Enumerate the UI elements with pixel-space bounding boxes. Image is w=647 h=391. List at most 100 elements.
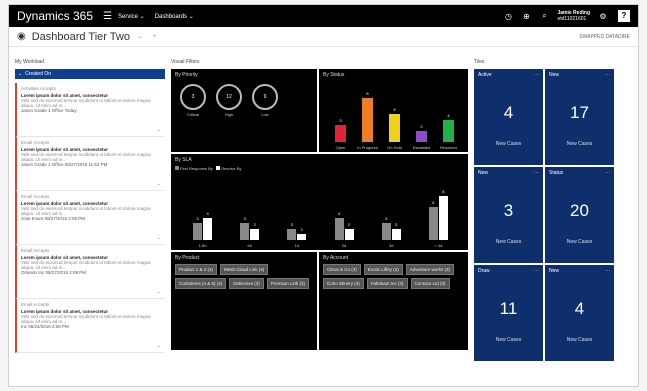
count-tile[interactable]: ⋯ Active 4 New Cases bbox=[474, 69, 543, 165]
add-icon[interactable]: ⊕ bbox=[521, 12, 531, 21]
priority-donut: 3 bbox=[180, 84, 206, 110]
sla-bar-first-response[interactable]: 3 bbox=[381, 216, 391, 240]
filter-tag[interactable]: Premium Link (3) bbox=[266, 278, 310, 289]
status-bar[interactable]: 4 bbox=[443, 113, 454, 142]
sla-bars: 343221423268 bbox=[179, 176, 462, 240]
by-account-chart[interactable]: By Account Citrus & Co (4) Exotic Liffey … bbox=[319, 252, 468, 350]
sla-bar-resolve[interactable]: 4 bbox=[203, 211, 213, 240]
status-bar-value: 4 bbox=[447, 112, 450, 118]
help-button[interactable]: ? bbox=[618, 10, 630, 22]
sla-bar-first-response[interactable]: 4 bbox=[334, 211, 344, 240]
tile-menu-icon[interactable]: ⋯ bbox=[534, 170, 539, 176]
tile-menu-icon[interactable]: ⋯ bbox=[534, 268, 539, 274]
sla-bar-first-response[interactable]: 6 bbox=[428, 200, 438, 240]
workload-cards: Activities Accepts Lorem ipsum dolor sit … bbox=[15, 83, 165, 353]
workload-card[interactable]: Email Accepts Lorem ipsum dolor sit amet,… bbox=[15, 137, 165, 191]
filter-label[interactable]: SWAPPED DATADIRE bbox=[579, 34, 630, 40]
chevron-down-icon[interactable]: ⌄ bbox=[157, 289, 161, 295]
count-tile[interactable]: ⋯ New 3 New Cases bbox=[474, 167, 543, 263]
sla-bar-group: 42 bbox=[334, 211, 354, 240]
filter-tag[interactable]: Mesh Cloud Link (4) bbox=[220, 264, 269, 275]
chevron-down-icon[interactable]: ⌄ bbox=[157, 235, 161, 241]
status-bar[interactable]: 2 bbox=[416, 124, 427, 142]
filter-tag[interactable]: Containers (4 & 5) (4) bbox=[175, 278, 227, 289]
clock-icon[interactable]: ◷ bbox=[503, 12, 513, 21]
menu-icon[interactable]: ☰ bbox=[103, 11, 112, 22]
count-tile[interactable]: ⋯ New 17 New Cases bbox=[545, 69, 614, 165]
gear-icon[interactable]: ⚙ bbox=[598, 12, 608, 21]
legend-first-response: First Response By bbox=[180, 166, 213, 171]
sla-bar-resolve[interactable]: 8 bbox=[438, 189, 448, 240]
workload-card[interactable]: Email Accepts Lorem ipsum dolor sit amet,… bbox=[15, 245, 165, 299]
chevron-down-icon[interactable]: ⌄ bbox=[157, 181, 161, 187]
product-tags: Product 1 & 2 (4) Mesh Cloud Link (4) Cont… bbox=[175, 264, 313, 289]
status-tick-label: On Hold bbox=[387, 145, 402, 150]
tile-name: Draw bbox=[478, 268, 490, 274]
workload-list-header[interactable]: ⌄ Created On bbox=[15, 69, 165, 79]
priority-label: High bbox=[224, 112, 234, 117]
nav-dashboards[interactable]: Dashboards ⌄ bbox=[155, 13, 194, 20]
priority-item[interactable]: 12 High bbox=[211, 81, 247, 117]
by-status-chart[interactable]: By Status 3 8 5 2 4 Open In Progress On Hold Es… bbox=[319, 69, 468, 152]
sla-bar-resolve[interactable]: 1 bbox=[297, 227, 307, 240]
workload-card[interactable]: Activities Accepts Lorem ipsum dolor sit … bbox=[15, 83, 165, 137]
filter-tag[interactable]: Coho Winery (3) bbox=[323, 278, 364, 289]
status-bar[interactable]: 3 bbox=[335, 118, 346, 142]
by-product-chart[interactable]: By Product Product 1 & 2 (4) Mesh Cloud L… bbox=[171, 252, 317, 350]
workload-card[interactable]: Email Accepts Lorem ipsum dolor sit amet,… bbox=[15, 191, 165, 245]
tile-menu-icon[interactable]: ⋯ bbox=[534, 72, 539, 78]
tile-menu-icon[interactable]: ⋯ bbox=[605, 268, 610, 274]
filter-tag[interactable]: Adventure works (3) bbox=[405, 264, 454, 275]
sla-bar-value: 3 bbox=[196, 216, 199, 222]
sla-tick-label: 6h bbox=[247, 243, 252, 248]
by-sla-chart[interactable]: By SLA First Response By Resolve By 3432… bbox=[171, 154, 468, 250]
priority-item[interactable]: 3 Critical bbox=[175, 81, 211, 117]
chevron-down-icon[interactable]: ⌄ bbox=[157, 343, 161, 349]
dashboard-icon[interactable]: ◉ bbox=[17, 31, 26, 42]
filter-tag[interactable]: Deliveries (3) bbox=[229, 278, 264, 289]
status-bar-value: 5 bbox=[393, 107, 396, 113]
page-header: ◉ Dashboard Tier Two ⌄ + SWAPPED DATADIR… bbox=[9, 27, 638, 47]
card-footer: Jason Grade 1 Office 08/27/2016 11:53 PM bbox=[21, 162, 108, 167]
priority-label: Critical bbox=[186, 112, 200, 117]
sla-bar-resolve[interactable]: 2 bbox=[391, 222, 401, 240]
count-tile[interactable]: ⋯ New 4 New Cases bbox=[545, 265, 614, 361]
tile-menu-icon[interactable]: ⋯ bbox=[605, 170, 610, 176]
user-info[interactable]: Jamie Reding etd11021601 bbox=[557, 10, 590, 22]
sla-bar-first-response[interactable]: 3 bbox=[193, 216, 203, 240]
priority-label: Low bbox=[261, 112, 269, 117]
card-footer: Orlando Inc 08/27/2016 2:08 PM bbox=[21, 270, 87, 275]
sla-tick-label: 3d bbox=[388, 243, 394, 248]
sla-bar-first-response[interactable]: 2 bbox=[287, 222, 297, 240]
chevron-down-icon[interactable]: ⌄ bbox=[157, 127, 161, 133]
status-bar[interactable]: 5 bbox=[389, 107, 400, 142]
workload-card[interactable]: Email Accepts Lorem ipsum dolor sit amet,… bbox=[15, 299, 165, 353]
sla-bar-value: 2 bbox=[253, 221, 256, 227]
sla-bar-resolve[interactable]: 2 bbox=[344, 222, 354, 240]
priority-item[interactable]: 9 Low bbox=[247, 81, 283, 117]
filter-tag[interactable]: Contoso Ltd (3) bbox=[410, 278, 450, 289]
sla-bar-resolve[interactable]: 2 bbox=[250, 222, 260, 240]
sla-bar-first-response[interactable]: 3 bbox=[240, 216, 250, 240]
status-bar[interactable]: 8 bbox=[362, 91, 373, 142]
nav-service[interactable]: Service ⌄ bbox=[118, 13, 145, 20]
count-tile[interactable]: ⋯ Status 20 New Cases bbox=[545, 167, 614, 263]
filter-tag[interactable]: Exotic Liffey (3) bbox=[363, 264, 403, 275]
add-icon[interactable]: + bbox=[153, 34, 157, 40]
tile-name: New bbox=[549, 268, 560, 274]
filter-tag[interactable]: Fabrikam Inc (3) bbox=[366, 278, 408, 289]
filter-tag[interactable]: Product 1 & 2 (4) bbox=[175, 264, 218, 275]
sla-bar-value: 3 bbox=[243, 216, 246, 222]
card-footer: Inc 08/24/2016 2:08 PM bbox=[21, 324, 69, 329]
chevron-down-icon[interactable]: ⌄ bbox=[138, 33, 143, 40]
tile-grid: ⋯ Active 4 New Cases ⋯ New 17 New Cases ⋯ New 3 New… bbox=[474, 69, 614, 361]
page-title[interactable]: Dashboard Tier Two bbox=[32, 31, 130, 43]
by-priority-chart[interactable]: By Priority 3 Critical 12 High 9 Low bbox=[171, 69, 317, 152]
count-tile[interactable]: ⋯ Draw 11 New Cases bbox=[474, 265, 543, 361]
filter-tag[interactable]: Citrus & Co (4) bbox=[323, 264, 361, 275]
tile-menu-icon[interactable]: ⋯ bbox=[605, 72, 610, 78]
search-icon[interactable]: ⌕ bbox=[539, 11, 549, 21]
app-brand[interactable]: Dynamics 365 bbox=[17, 9, 93, 23]
by-account-title: By Account bbox=[323, 255, 349, 261]
card-meta: Email Accepts bbox=[21, 194, 50, 199]
